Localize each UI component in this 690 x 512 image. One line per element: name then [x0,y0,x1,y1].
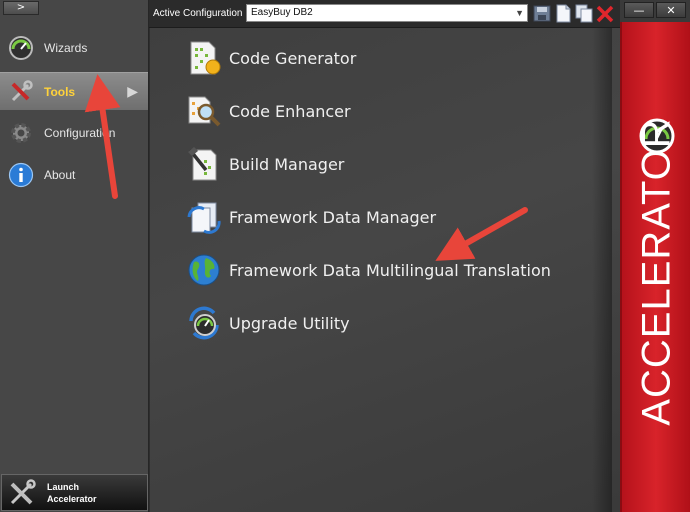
tools-icon [10,479,36,505]
sidebar-item-wizards[interactable]: Wizards [0,29,148,67]
new-document-icon[interactable] [554,4,572,23]
upgrade-utility-icon [189,306,219,340]
accelerator-brand-strip: ACCELERATOR [620,22,690,512]
wizards-icon [9,36,33,60]
tool-label: Code Generator [229,48,357,68]
save-icon[interactable] [533,4,551,23]
tool-label: Framework Data Multilingual Translation [229,260,551,280]
tools-icon [11,79,33,101]
launch-accelerator-button[interactable]: Launch Accelerator [1,474,148,511]
configuration-toolbar: Active Configuration EasyBuy DB2 ▼ [149,0,620,28]
code-enhancer-icon [188,96,221,127]
chevron-down-icon: ▼ [515,8,524,18]
tool-label: Upgrade Utility [229,313,350,333]
window-controls: — ✕ [620,0,690,22]
expand-arrow-icon: ▶ [127,83,138,100]
tools-panel: Code Generator Code Enhancer Build Manag… [150,28,620,512]
tool-label: Framework Data Manager [229,207,437,227]
sidebar-item-label: About [44,168,76,182]
minimize-button[interactable]: — [624,2,654,18]
delete-icon[interactable] [596,4,614,23]
info-icon [8,162,34,188]
active-configuration-value: EasyBuy DB2 [251,7,313,18]
framework-data-manager-icon [187,202,221,234]
globe-icon [188,254,220,286]
build-manager-icon [188,147,217,181]
sidebar-item-tools[interactable]: Tools ▶ [0,72,148,110]
sidebar-item-configuration[interactable]: Configuration [0,114,148,152]
sidebar-item-label: Configuration [44,126,116,140]
active-configuration-label: Active Configuration [153,8,243,19]
gear-icon [11,123,31,143]
tool-label: Code Enhancer [229,101,351,121]
sidebar-item-label: Tools [44,84,76,99]
sidebar-item-about[interactable]: About [0,156,148,194]
collapse-sidebar-button[interactable]: > [3,1,39,15]
sidebar-item-label: Wizards [44,41,88,55]
copy-icon[interactable] [575,4,593,23]
close-button[interactable]: ✕ [656,2,686,18]
sidebar: > Wizards Tools ▶ Configuration About La… [0,0,149,512]
launch-accelerator-label: Launch Accelerator [47,482,97,504]
brand-title: ACCELERATOR [634,118,679,426]
tool-label: Build Manager [229,154,345,174]
code-generator-icon [190,41,221,75]
active-configuration-select[interactable]: EasyBuy DB2 ▼ [246,4,528,22]
